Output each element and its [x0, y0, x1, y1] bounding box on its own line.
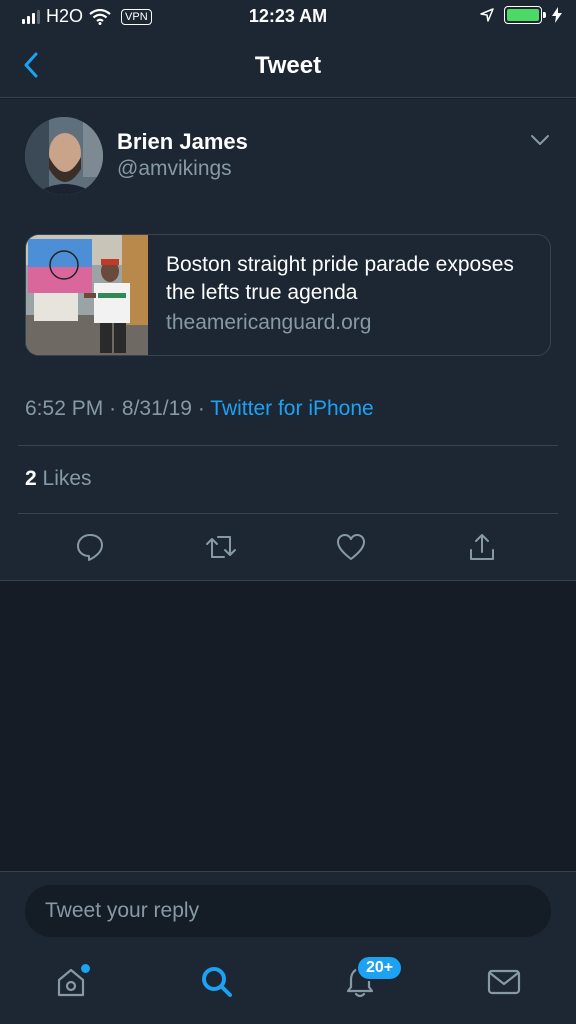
- link-card[interactable]: Boston straight pride parade exposes the…: [25, 234, 551, 356]
- avatar[interactable]: [25, 117, 103, 195]
- home-unread-dot: [81, 964, 90, 973]
- status-bar: H2O VPN 12:23 AM: [0, 0, 576, 34]
- tweet-date: 8/31/19: [121, 397, 192, 420]
- meta-separator: ·: [197, 397, 205, 420]
- likes-count[interactable]: 2 Likes: [25, 467, 92, 491]
- link-card-title: Boston straight pride parade exposes the…: [166, 253, 514, 304]
- battery-icon: [504, 6, 546, 24]
- search-icon: [202, 967, 232, 997]
- link-card-thumbnail: [26, 235, 148, 355]
- share-icon: [470, 534, 494, 560]
- reply-input[interactable]: [25, 885, 551, 937]
- meta-separator: ·: [109, 397, 117, 420]
- location-arrow-icon: [480, 8, 494, 22]
- like-icon: [337, 534, 365, 560]
- divider: [18, 445, 558, 446]
- tweet-detail: Brien James @amvikings Boston straight p…: [0, 99, 576, 581]
- messages-icon: [487, 969, 521, 995]
- tweet-meta: 6:52 PM · 8/31/19 · Twitter for iPhone: [25, 397, 374, 421]
- author-handle[interactable]: @amvikings: [117, 157, 232, 181]
- bottom-panel: 20+: [0, 871, 576, 1024]
- divider: [18, 513, 558, 514]
- tweet-menu-button[interactable]: [530, 133, 556, 153]
- tweet-source-link[interactable]: Twitter for iPhone: [210, 397, 373, 420]
- reply-button[interactable]: [72, 529, 108, 565]
- retweet-icon: [206, 536, 236, 558]
- avatar-photo: [25, 117, 103, 195]
- tweet-actions: [0, 529, 576, 565]
- tweet-time: 6:52 PM: [25, 397, 104, 420]
- tab-bar: 20+: [0, 955, 576, 1012]
- retweet-button[interactable]: [203, 529, 239, 565]
- likes-number: 2: [25, 467, 37, 490]
- like-button[interactable]: [333, 529, 369, 565]
- link-card-domain: theamericanguard.org: [166, 311, 372, 334]
- share-button[interactable]: [464, 529, 500, 565]
- reply-icon: [77, 534, 103, 561]
- notifications-badge: 20+: [356, 955, 404, 981]
- page-title: Tweet: [254, 52, 322, 79]
- author-name[interactable]: Brien James: [117, 129, 248, 155]
- chevron-down-icon: [531, 135, 549, 145]
- charging-bolt-icon: [552, 7, 562, 23]
- tab-search[interactable]: [197, 962, 237, 1002]
- tab-messages[interactable]: [484, 962, 524, 1002]
- likes-label: Likes: [42, 467, 92, 490]
- status-right: [480, 6, 562, 24]
- nav-bar: Tweet: [0, 34, 576, 98]
